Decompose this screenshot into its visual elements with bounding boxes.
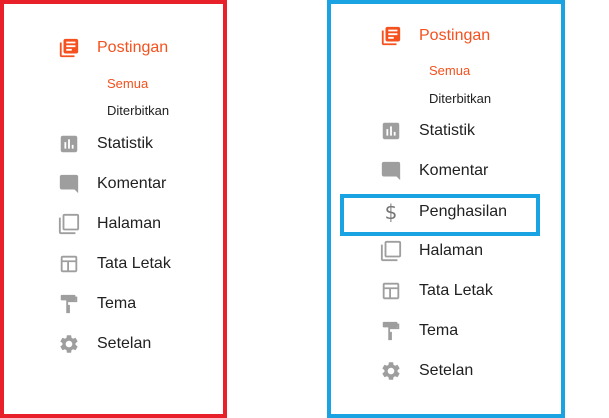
menu-label: Statistik — [419, 122, 476, 139]
left-menu-item-setelan[interactable]: Setelan — [58, 330, 151, 358]
menu-label: Tata Letak — [97, 255, 171, 272]
dollar-icon: $ — [384, 200, 398, 224]
menu-label: Tata Letak — [419, 282, 493, 299]
left-menu-item-komentar[interactable]: Komentar — [58, 170, 166, 198]
menu-label: Tema — [419, 322, 459, 339]
left-menu-item-halaman[interactable]: Halaman — [58, 210, 161, 238]
right-menu-item-setelan[interactable]: Setelan — [380, 357, 473, 385]
menu-label: Komentar — [97, 175, 167, 192]
comment-icon — [380, 160, 402, 182]
right-menu-item-halaman[interactable]: Halaman — [380, 237, 483, 265]
right-submenu-semua[interactable]: Semua — [429, 63, 470, 78]
theme-icon — [58, 293, 80, 315]
settings-icon — [58, 333, 80, 355]
right-menu-item-statistik[interactable]: Statistik — [380, 117, 475, 145]
right-menu-item-tema[interactable]: Tema — [380, 317, 458, 345]
left-submenu-semua[interactable]: Semua — [107, 76, 148, 91]
left-menu-item-tema[interactable]: Tema — [58, 290, 136, 318]
right-menu-item-penghasilan[interactable]: $ Penghasilan — [380, 198, 507, 226]
menu-label: Komentar — [419, 162, 489, 179]
left-submenu-diterbitkan[interactable]: Diterbitkan — [107, 103, 169, 118]
pages-icon — [380, 240, 402, 262]
right-menu-item-komentar[interactable]: Komentar — [380, 157, 488, 185]
menu-label: Halaman — [419, 242, 484, 259]
layout-icon — [380, 280, 402, 302]
left-menu-item-tata-letak[interactable]: Tata Letak — [58, 250, 171, 278]
menu-label: Setelan — [419, 362, 474, 379]
menu-label: Penghasilan — [419, 203, 508, 220]
posts-icon — [58, 37, 80, 59]
comment-icon — [58, 173, 80, 195]
menu-label: Setelan — [97, 335, 152, 352]
menu-label: Halaman — [97, 215, 162, 232]
left-menu-item-postingan[interactable]: Postingan — [58, 34, 168, 62]
pages-icon — [58, 213, 80, 235]
right-submenu-diterbitkan[interactable]: Diterbitkan — [429, 91, 491, 106]
theme-icon — [380, 320, 402, 342]
right-menu-item-tata-letak[interactable]: Tata Letak — [380, 277, 493, 305]
left-menu-frame — [0, 0, 227, 418]
right-menu-item-postingan[interactable]: Postingan — [380, 22, 490, 50]
stats-icon — [58, 133, 80, 155]
menu-label: Statistik — [97, 135, 154, 152]
stats-icon — [380, 120, 402, 142]
posts-icon — [380, 25, 402, 47]
settings-icon — [380, 360, 402, 382]
layout-icon — [58, 253, 80, 275]
menu-label: Postingan — [419, 27, 491, 44]
menu-label: Postingan — [97, 39, 169, 56]
left-menu-item-statistik[interactable]: Statistik — [58, 130, 153, 158]
menu-label: Tema — [97, 295, 137, 312]
